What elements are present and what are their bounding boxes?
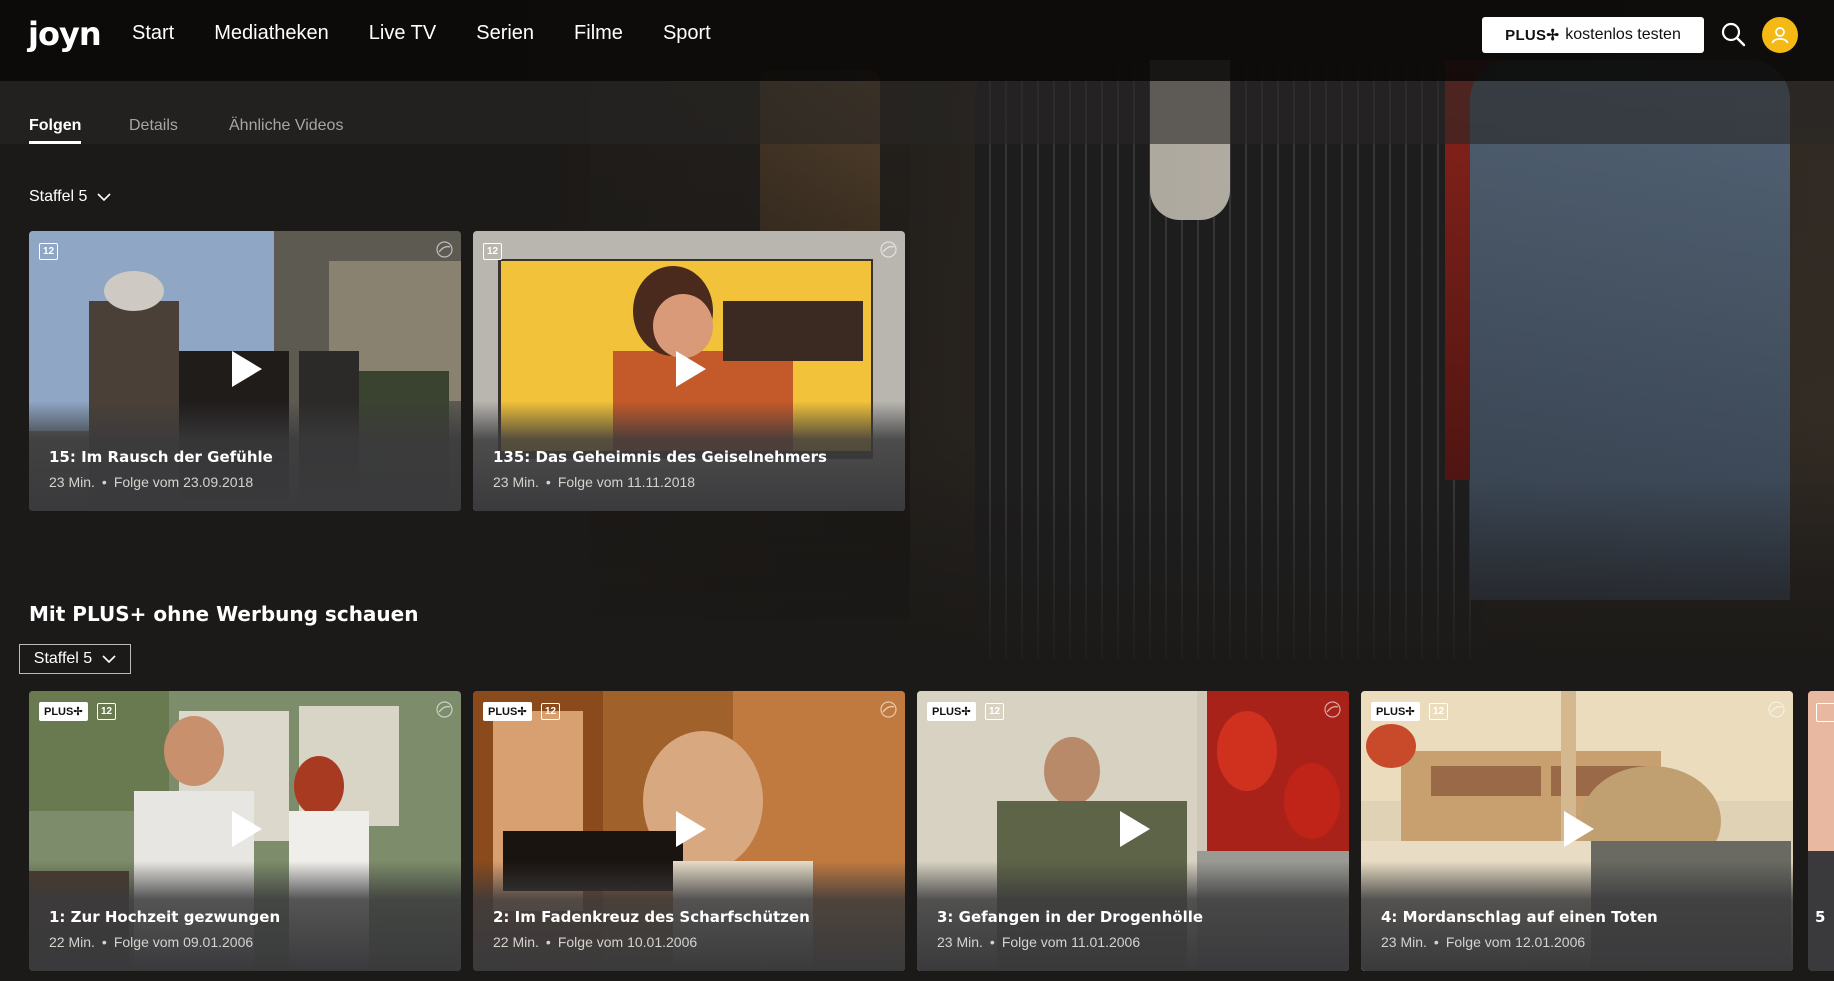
chevron-down-icon bbox=[102, 654, 116, 663]
episode-date: Folge vom 11.01.2006 bbox=[1001, 934, 1141, 950]
episode-date: Folge vom 11.11.2018 bbox=[557, 474, 696, 490]
episode-meta: 23 Min. • Folge vom 11.01.2006 bbox=[937, 934, 1140, 950]
season-select-label: Staffel 5 bbox=[33, 650, 93, 667]
age-rating-badge: 12 bbox=[39, 243, 58, 260]
sender-logo-icon bbox=[436, 241, 453, 258]
episode-meta: 22 Min. • Folge vom 09.01.2006 bbox=[49, 934, 253, 950]
user-avatar[interactable] bbox=[1762, 17, 1798, 53]
season-select-label: Staffel 5 bbox=[29, 188, 88, 205]
season-select-plus[interactable]: Staffel 5 bbox=[19, 644, 131, 674]
user-icon bbox=[1771, 27, 1789, 44]
nav-item-mediatheken[interactable]: Mediatheken bbox=[214, 22, 329, 45]
search-icon[interactable] bbox=[1720, 21, 1746, 47]
episode-date: Folge vom 09.01.2006 bbox=[113, 934, 254, 950]
episode-duration: 23 Min. bbox=[49, 474, 95, 490]
plus-episode-card[interactable]: PLUS✢ 12 3: Gefangen in der Drogenhölle … bbox=[917, 691, 1349, 971]
episode-duration: 22 Min. bbox=[49, 934, 95, 950]
nav-item-filme[interactable]: Filme bbox=[574, 22, 623, 45]
episode-meta: 23 Min. • Folge vom 23.09.2018 bbox=[49, 474, 253, 490]
plus-badge: PLUS✢ bbox=[483, 702, 532, 721]
play-icon[interactable] bbox=[230, 349, 264, 389]
meta-separator: • bbox=[989, 934, 995, 950]
top-navigation: joyn Start Mediatheken Live TV Serien Fi… bbox=[0, 0, 1834, 81]
season-select[interactable]: Staffel 5 bbox=[29, 188, 111, 206]
plus-badge: PLUS✢ bbox=[927, 702, 976, 721]
active-tab-indicator bbox=[29, 141, 81, 144]
episode-duration: 23 Min. bbox=[1381, 934, 1427, 950]
episode-title: 15: Im Rausch der Gefühle bbox=[49, 448, 273, 466]
chevron-down-icon bbox=[97, 192, 111, 201]
episode-title: 4: Mordanschlag auf einen Toten bbox=[1381, 908, 1658, 926]
joyn-logo[interactable]: joyn bbox=[28, 15, 102, 53]
age-rating-badge: 12 bbox=[541, 703, 560, 720]
plus-episode-card[interactable]: PLUS✢ 12 1: Zur Hochzeit gezwungen 22 Mi… bbox=[29, 691, 461, 971]
sender-logo-icon bbox=[880, 701, 897, 718]
plus-badge: PLUS✢ bbox=[39, 702, 88, 721]
plus-trial-button[interactable]: PLUS✢ kostenlos testen bbox=[1482, 17, 1704, 53]
age-rating-badge: 12 bbox=[985, 703, 1004, 720]
play-icon[interactable] bbox=[1562, 809, 1596, 849]
meta-separator: • bbox=[545, 474, 551, 490]
episode-title: 1: Zur Hochzeit gezwungen bbox=[49, 908, 281, 926]
meta-separator: • bbox=[545, 934, 551, 950]
plus-episode-card-peek[interactable]: 5 bbox=[1808, 691, 1834, 971]
episode-date: Folge vom 10.01.2006 bbox=[557, 934, 698, 950]
plus-logo: PLUS✢ bbox=[1505, 27, 1560, 44]
age-rating-badge: 12 bbox=[1429, 703, 1448, 720]
episode-title: 2: Im Fadenkreuz des Scharfschützen bbox=[493, 908, 810, 926]
plus-episode-card[interactable]: PLUS✢ 12 4: Mordanschlag auf einen Toten… bbox=[1361, 691, 1793, 971]
episode-meta: 22 Min. • Folge vom 10.01.2006 bbox=[493, 934, 697, 950]
episode-duration: 23 Min. bbox=[937, 934, 983, 950]
episode-title: 135: Das Geheimnis des Geiselnehmers bbox=[493, 448, 827, 466]
plus-trial-label: kostenlos testen bbox=[1565, 26, 1681, 43]
section-title-plus: Mit PLUS+ ohne Werbung schauen bbox=[29, 602, 419, 626]
episode-duration: 23 Min. bbox=[493, 474, 539, 490]
episode-card[interactable]: 12 135: Das Geheimnis des Geiselnehmers … bbox=[473, 231, 905, 511]
age-rating-badge: 12 bbox=[97, 703, 116, 720]
play-icon[interactable] bbox=[674, 349, 708, 389]
episode-duration: 22 Min. bbox=[493, 934, 539, 950]
play-icon[interactable] bbox=[674, 809, 708, 849]
tab-details[interactable]: Details bbox=[129, 117, 178, 135]
nav-item-sport[interactable]: Sport bbox=[663, 22, 711, 45]
episode-meta: 23 Min. • Folge vom 12.01.2006 bbox=[1381, 934, 1585, 950]
meta-separator: • bbox=[101, 934, 107, 950]
episode-card[interactable]: 12 15: Im Rausch der Gefühle 23 Min. • Fol… bbox=[29, 231, 461, 511]
meta-separator: • bbox=[1433, 934, 1439, 950]
nav-item-start[interactable]: Start bbox=[132, 22, 174, 45]
main-menu: Start Mediatheken Live TV Serien Filme S… bbox=[132, 22, 751, 45]
sender-logo-icon bbox=[436, 701, 453, 718]
plus-badge: PLUS✢ bbox=[1371, 702, 1420, 721]
nav-item-live-tv[interactable]: Live TV bbox=[369, 22, 436, 45]
meta-separator: • bbox=[101, 474, 107, 490]
episode-date: Folge vom 23.09.2018 bbox=[113, 474, 254, 490]
plus-episode-card[interactable]: PLUS✢ 12 2: Im Fadenkreuz des Scharfschü… bbox=[473, 691, 905, 971]
sender-logo-icon bbox=[1324, 701, 1341, 718]
play-icon[interactable] bbox=[230, 809, 264, 849]
plus-badge bbox=[1816, 703, 1834, 722]
nav-item-serien[interactable]: Serien bbox=[476, 22, 534, 45]
age-rating-badge: 12 bbox=[483, 243, 502, 260]
episode-title-peek: 5 bbox=[1815, 908, 1826, 926]
sender-logo-icon bbox=[1768, 701, 1785, 718]
episode-meta: 23 Min. • Folge vom 11.11.2018 bbox=[493, 474, 695, 490]
play-icon[interactable] bbox=[1118, 809, 1152, 849]
sender-logo-icon bbox=[880, 241, 897, 258]
hero-bottom-fade bbox=[0, 480, 1834, 710]
tab-folgen[interactable]: Folgen bbox=[29, 117, 81, 135]
episode-title: 3: Gefangen in der Drogenhölle bbox=[937, 908, 1204, 926]
tab-aehnliche-videos[interactable]: Ähnliche Videos bbox=[229, 117, 343, 135]
episode-date: Folge vom 12.01.2006 bbox=[1445, 934, 1586, 950]
